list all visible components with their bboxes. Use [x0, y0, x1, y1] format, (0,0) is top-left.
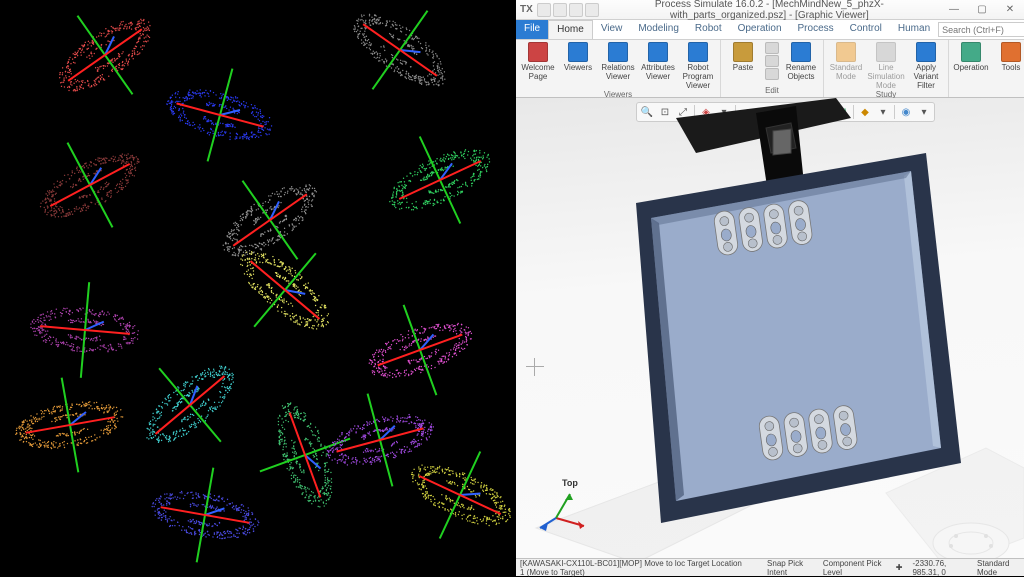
ribbon-label: Standard Mode	[828, 63, 864, 81]
tab-view[interactable]: View	[593, 20, 631, 39]
ribbon-label: Relations Viewer	[600, 63, 636, 81]
statusbar: [KAWASAKI-CX110L-BC01][MOP] Move to loc …	[516, 558, 1024, 576]
status-pick[interactable]: Component Pick Level	[823, 559, 886, 577]
ribbon-group-label: Edit	[725, 86, 819, 96]
ribbon-button[interactable]: Viewers	[560, 42, 596, 72]
qat-open-icon[interactable]	[553, 3, 567, 17]
close-button[interactable]: ✕	[996, 0, 1024, 20]
ribbon-group: Welcome Page Viewers Relations ViewerAttri…	[516, 40, 721, 97]
ribbon-button[interactable]: Paste	[725, 42, 761, 72]
titlebar: TX Process Simulate 16.0.2 - [MechMindNe…	[516, 0, 1024, 20]
pointcloud-part	[329, 0, 473, 121]
ribbon-label: Line Simulation Mode	[867, 63, 904, 90]
status-mode: Standard Mode	[977, 559, 1020, 577]
ribbon-label: Robot Program Viewer	[680, 63, 716, 90]
search-input[interactable]	[938, 22, 1024, 37]
axis-triad[interactable]: Top	[536, 478, 586, 528]
ribbon-button[interactable]: Welcome Page	[520, 42, 556, 81]
pointcloud-part	[212, 218, 358, 362]
qat-save-icon[interactable]	[569, 3, 583, 17]
qat-new-icon[interactable]	[537, 3, 551, 17]
tab-file[interactable]: File	[516, 20, 548, 39]
tab-home[interactable]: Home	[548, 20, 593, 39]
graphic-viewer[interactable]: 🔍 ⊡ ⤢ ◈ ▾ ↗ ⟋ • ■ ◧ ▦ ◆ ▾ ◉ ▾	[516, 98, 1024, 558]
ribbon-icon	[791, 42, 811, 62]
pointcloud-part	[7, 368, 132, 482]
pointcloud-part	[26, 277, 143, 382]
pointcloud-part	[19, 117, 161, 253]
ribbon-label: Attributes Viewer	[640, 63, 676, 81]
maximize-button[interactable]: ▢	[968, 0, 996, 20]
app-logo: TX	[516, 4, 537, 15]
quick-access-toolbar	[537, 3, 599, 17]
ribbon-button: Standard Mode	[828, 42, 864, 81]
ribbon-group: Standard ModeLine Simulation ModeApply V…	[824, 40, 949, 97]
ribbon-label: Tools	[1002, 63, 1021, 72]
ribbon-icon	[961, 42, 981, 62]
ribbon-icon	[876, 42, 896, 62]
status-robot: [KAWASAKI-CX110L-BC01][MOP] Move to loc …	[520, 559, 747, 577]
minimize-button[interactable]: —	[940, 0, 968, 20]
pointcloud-viewer[interactable]	[0, 0, 516, 576]
ribbon-label: Operation	[953, 63, 988, 72]
ribbon-tabs: File Home View Modeling Robot Operation …	[516, 20, 1024, 40]
tab-modeling[interactable]: Modeling	[630, 20, 687, 39]
ribbon-button[interactable]: Relations Viewer	[600, 42, 636, 81]
ribbon-icon	[688, 42, 708, 62]
ribbon-group: Paste Rename Objects Edit	[721, 40, 824, 97]
qat-undo-icon[interactable]	[585, 3, 599, 17]
pointcloud-part	[155, 54, 284, 175]
status-coords: -2330.76, 985.31, 0	[912, 559, 967, 577]
window-title: Process Simulate 16.0.2 - [MechMindNew_5…	[599, 0, 940, 21]
ribbon-button[interactable]: Attributes Viewer	[640, 42, 676, 81]
ribbon-icon	[836, 42, 856, 62]
tab-process[interactable]: Process	[790, 20, 842, 39]
ribbon-button[interactable]: Robot Program Viewer	[680, 42, 716, 90]
axis-label: Top	[562, 478, 578, 488]
ribbon-label: Paste	[733, 63, 753, 72]
pointcloud-part	[370, 113, 511, 247]
ribbon-icon	[528, 42, 548, 62]
pointcloud-part	[33, 0, 178, 125]
tab-operation[interactable]: Operation	[730, 20, 790, 39]
process-simulate-window: TX Process Simulate 16.0.2 - [MechMindNe…	[516, 0, 1024, 576]
ribbon-label: Rename Objects	[783, 63, 819, 81]
ribbon-button[interactable]: Operation	[953, 42, 989, 72]
ribbon-icon	[608, 42, 628, 62]
ribbon: Welcome Page Viewers Relations ViewerAttri…	[516, 40, 1024, 98]
pointcloud-part	[354, 286, 488, 413]
tab-human[interactable]: Human	[890, 20, 938, 39]
tab-control[interactable]: Control	[842, 20, 890, 39]
status-snap[interactable]: Snap Pick Intent	[767, 559, 813, 577]
ribbon-icon	[1001, 42, 1021, 62]
pointcloud-part	[143, 458, 267, 571]
ribbon-group: OperationToolsCustom	[949, 40, 1024, 97]
ribbon-icon	[916, 42, 936, 62]
tab-robot[interactable]: Robot	[687, 20, 730, 39]
ribbon-button[interactable]: Rename Objects	[783, 42, 819, 81]
ribbon-icon	[733, 42, 753, 62]
pointcloud-part	[241, 387, 369, 523]
ribbon-button[interactable]: Apply Variant Filter	[908, 42, 944, 90]
ribbon-button: Line Simulation Mode	[868, 42, 904, 90]
pointcloud-part	[197, 149, 343, 291]
ribbon-button[interactable]	[765, 42, 779, 81]
ribbon-label: Welcome Page	[520, 63, 556, 81]
pointcloud-part	[117, 334, 262, 477]
pointcloud-part	[315, 379, 446, 500]
ribbon-label: Apply Variant Filter	[908, 63, 944, 90]
ribbon-icon	[568, 42, 588, 62]
ribbon-button[interactable]: Tools	[993, 42, 1024, 72]
ribbon-icon	[648, 42, 668, 62]
ribbon-label: Viewers	[564, 63, 592, 72]
ribbon-search	[938, 20, 1024, 39]
